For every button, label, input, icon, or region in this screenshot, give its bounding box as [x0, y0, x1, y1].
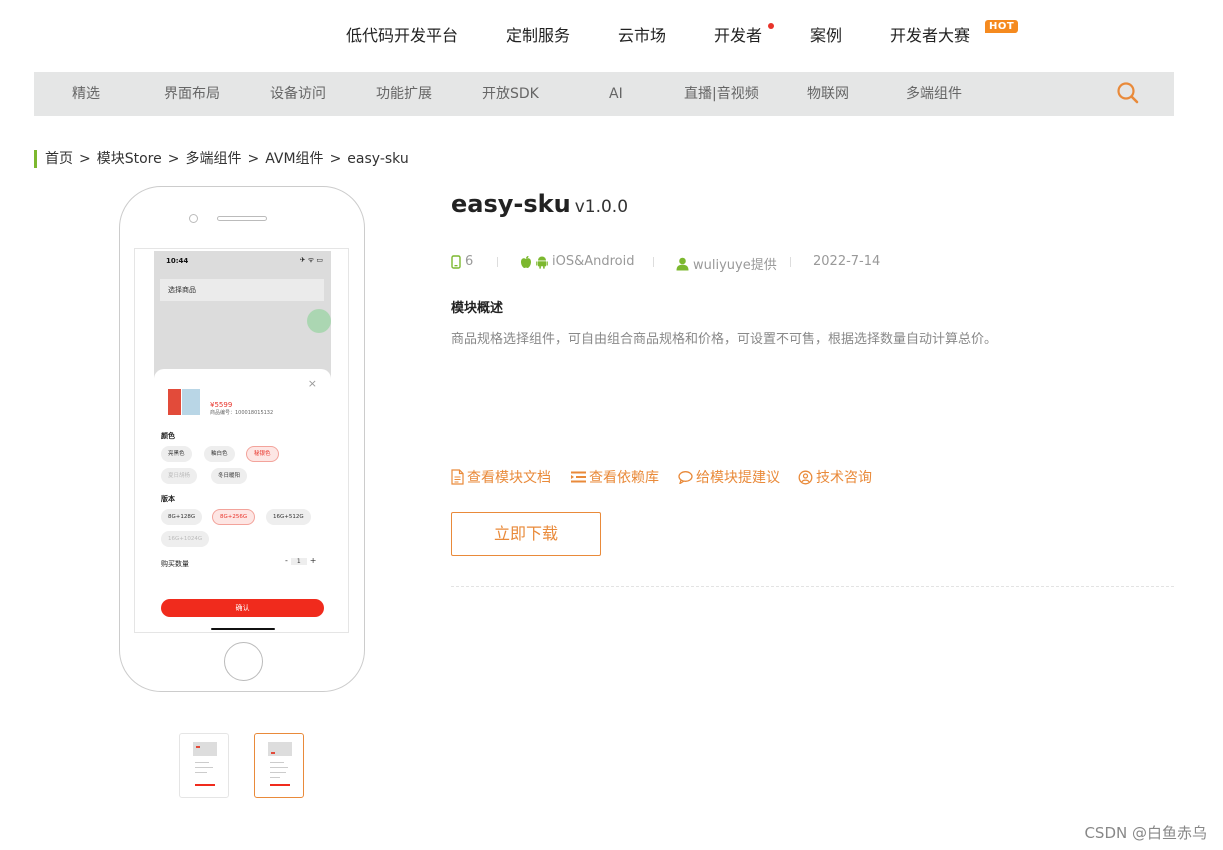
comment-icon: [678, 471, 693, 484]
support-link[interactable]: 技术咨询: [798, 467, 872, 487]
home-button-icon: [224, 642, 263, 681]
download-button[interactable]: 立即下载: [451, 512, 601, 556]
crumb-avm[interactable]: AVM组件: [265, 151, 323, 167]
version-chip: 16G+512G: [266, 509, 311, 525]
meta-platform: iOS&Android: [520, 254, 635, 269]
color-chip: 亮黑色: [161, 446, 192, 462]
select-product-bar: 选择商品: [160, 279, 324, 301]
status-icons: ✈ ᯤ ▭: [299, 256, 323, 264]
nav-contest[interactable]: 开发者大赛: [890, 22, 970, 46]
category-nav: 精选 界面布局 设备访问 功能扩展 开放SDK AI 直播|音视频 物联网 多端…: [34, 72, 1174, 116]
thumbnail-2-selected[interactable]: [254, 733, 304, 798]
meta-author: wuliyuye提供: [676, 254, 777, 273]
version-label: 版本: [161, 495, 175, 503]
color-chip: 釉白色: [204, 446, 235, 462]
crumb-multi-end[interactable]: 多端组件: [185, 151, 241, 167]
meta-platform-value: iOS&Android: [552, 254, 635, 269]
cat-multi-end[interactable]: 多端组件: [906, 72, 962, 116]
preview-screen: 10:44 ✈ ᯤ ▭ 选择商品 × ¥5599 商品编号：1000180151…: [134, 248, 349, 633]
meta-author-value: wuliyuye提供: [693, 258, 777, 273]
plus-icon: +: [309, 556, 317, 565]
version-chip-disabled: 16G+1024G: [161, 531, 210, 547]
quantity-label: 购买数量: [161, 560, 189, 568]
meta-date-value: 2022-7-14: [813, 254, 881, 269]
divider: [451, 586, 1174, 587]
minus-icon: -: [285, 556, 288, 565]
notification-dot: [768, 23, 774, 29]
apple-icon: [521, 255, 531, 268]
nav-cloud-market[interactable]: 云市场: [618, 22, 666, 46]
color-label: 颜色: [161, 432, 175, 440]
home-indicator: [211, 628, 275, 630]
view-deps-label: 查看依赖库: [589, 470, 659, 486]
close-icon: ×: [307, 377, 317, 390]
preview-app: 10:44 ✈ ᯤ ▭ 选择商品 × ¥5599 商品编号：1000180151…: [154, 251, 331, 632]
module-name: easy-sku: [451, 190, 571, 218]
meta-count-value: 6: [465, 254, 474, 269]
suggest-label: 给模块提建议: [696, 470, 780, 486]
crumb-home[interactable]: 首页: [45, 151, 73, 167]
confirm-button: 确认: [161, 599, 324, 617]
hot-badge: HOT: [985, 20, 1019, 33]
support-label: 技术咨询: [816, 470, 872, 486]
view-docs-label: 查看模块文档: [467, 470, 551, 486]
user-icon: [676, 257, 689, 270]
document-icon: [451, 469, 464, 485]
camera-icon: [189, 214, 198, 223]
crumb-sep: >: [329, 151, 342, 167]
thumbnail-1[interactable]: [179, 733, 229, 798]
crumb-sep: >: [167, 151, 180, 167]
color-chip-selected: 秘银色: [246, 446, 279, 462]
color-chip: 冬日暖阳: [211, 468, 248, 484]
nav-developer[interactable]: 开发者: [714, 22, 762, 46]
meta-divider: [790, 257, 791, 267]
nav-custom-service[interactable]: 定制服务: [506, 22, 570, 46]
mobile-icon: [451, 254, 461, 269]
meta-divider: [497, 257, 498, 267]
suggest-link[interactable]: 给模块提建议: [678, 467, 780, 487]
quantity-stepper: -1 +: [285, 556, 316, 565]
product-image: [168, 389, 202, 415]
cat-device[interactable]: 设备访问: [270, 72, 326, 116]
android-icon: [536, 256, 548, 269]
cat-featured[interactable]: 精选: [72, 72, 100, 116]
top-nav: 低代码开发平台 定制服务 云市场 开发者 案例 开发者大赛 HOT: [0, 20, 1223, 48]
product-code: 商品编号：100018015132: [210, 410, 274, 416]
crumb-store[interactable]: 模块Store: [97, 151, 162, 167]
quantity-value: 1: [290, 558, 307, 565]
search-icon[interactable]: [1116, 81, 1140, 105]
meta-divider: [653, 257, 654, 267]
nav-lowcode[interactable]: 低代码开发平台: [346, 22, 458, 46]
speaker-icon: [217, 216, 267, 221]
view-docs-link[interactable]: 查看模块文档: [451, 467, 551, 487]
module-version: v1.0.0: [574, 197, 629, 217]
cat-live-video[interactable]: 直播|音视频: [684, 72, 759, 116]
nav-cases[interactable]: 案例: [810, 22, 842, 46]
overview-heading: 模块概述: [451, 301, 504, 316]
status-time: 10:44: [166, 257, 189, 265]
support-icon: [798, 470, 813, 484]
cat-sdk[interactable]: 开放SDK: [482, 72, 539, 116]
crumb-sep: >: [247, 151, 260, 167]
version-chip-selected: 8G+256G: [212, 509, 256, 525]
cat-iot[interactable]: 物联网: [807, 72, 849, 116]
product-price: ¥5599: [210, 401, 233, 409]
cat-extension[interactable]: 功能扩展: [376, 72, 432, 116]
color-chip-disabled: 夏日胡杨: [161, 468, 198, 484]
cat-layout[interactable]: 界面布局: [164, 72, 220, 116]
module-description: 商品规格选择组件，可自由组合商品规格和价格，可设置不可售，根据选择数量自动计算总…: [451, 332, 998, 347]
sku-sheet: × ¥5599 商品编号：100018015132 颜色 亮黑色 釉白色 秘银色…: [154, 369, 331, 632]
watermark: CSDN @白鱼赤乌: [1084, 824, 1207, 842]
version-chip: 8G+128G: [161, 509, 203, 525]
crumb-sep: >: [79, 151, 91, 167]
cat-ai[interactable]: AI: [609, 72, 623, 116]
meta-date: 2022-7-14: [813, 254, 880, 269]
meta-count: 6: [451, 254, 473, 269]
floating-button: [307, 309, 331, 333]
module-title: easy-sku v1.0.0: [451, 190, 628, 218]
breadcrumb: 首页 > 模块Store > 多端组件 > AVM组件 > easy-sku: [34, 150, 409, 168]
list-icon: [571, 471, 586, 483]
view-deps-link[interactable]: 查看依赖库: [571, 467, 659, 487]
crumb-current: easy-sku: [347, 151, 409, 167]
